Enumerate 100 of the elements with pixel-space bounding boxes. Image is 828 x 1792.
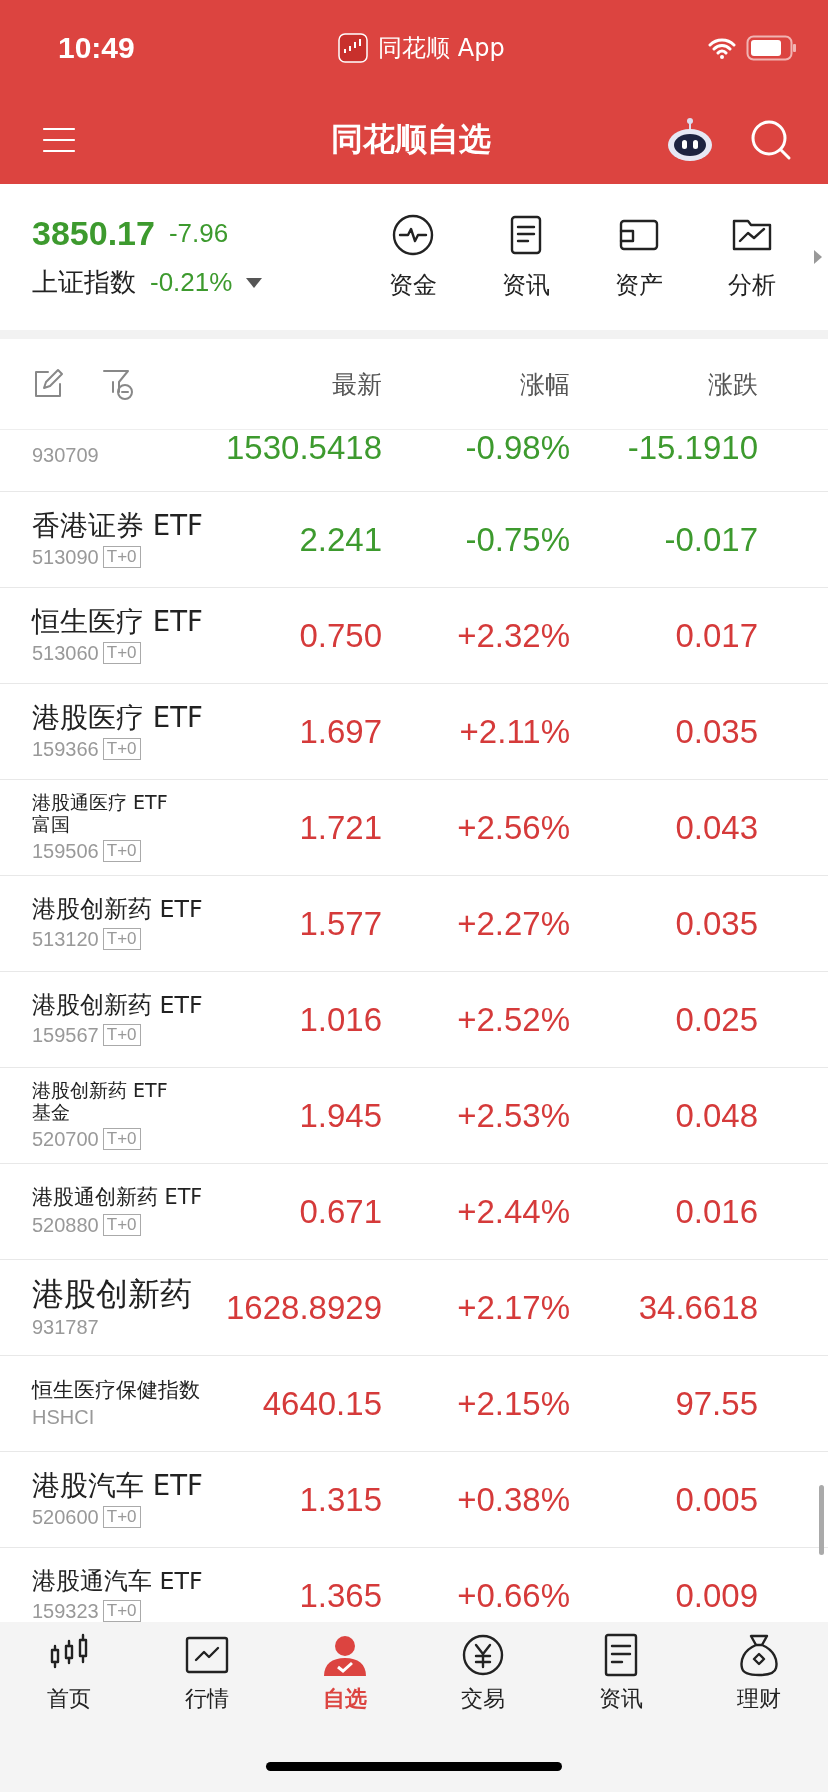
price-cell-text: 1530.5418 <box>225 430 382 468</box>
trading-tag: T+0 <box>102 1506 141 1529</box>
security-name: 港股创新药 ETF <box>32 992 204 1020</box>
security-code: 931787 <box>32 1316 99 1340</box>
price-cell-text: 1.697 <box>298 711 382 752</box>
robot-icon[interactable] <box>666 117 714 163</box>
change-cell-text: 0.009 <box>674 1575 758 1616</box>
tab-bar-item[interactable]: 行情 <box>138 1632 276 1714</box>
security-name: 港股创新药 <box>32 1275 193 1313</box>
status-time: 10:49 <box>58 31 135 65</box>
percent-cell-text: +2.15% <box>456 1383 570 1424</box>
price-cell-text: 1.945 <box>298 1095 382 1136</box>
security-name: 港股通汽车 ETF <box>32 1568 204 1596</box>
security-code: 159323 <box>32 1599 99 1622</box>
shortcut-button[interactable]: 分析 <box>695 213 808 301</box>
security-name: 港股医疗 ETF <box>32 702 204 734</box>
trading-tag: T+0 <box>102 738 141 761</box>
percent-cell-text: +2.56% <box>456 807 570 848</box>
scrollbar <box>819 1485 824 1555</box>
price-cell-text: 0.750 <box>298 615 382 656</box>
security-name: 港股创新药 ETF <box>32 896 204 924</box>
security-code: HSHCI <box>32 1406 95 1430</box>
dropdown-caret-icon[interactable] <box>246 277 263 288</box>
security-code: 513120 <box>32 927 99 951</box>
percent-cell-text: +2.53% <box>456 1095 570 1136</box>
shortcut-button[interactable]: 资金 <box>356 213 469 301</box>
tab-bar-item[interactable]: 交易 <box>414 1632 552 1714</box>
percent-cell-text: +2.27% <box>456 903 570 944</box>
index-change: -7.96 <box>168 218 229 249</box>
price-cell-text: 0.671 <box>298 1191 382 1232</box>
security-name: 港股创新药 ETF 基金 <box>32 1080 169 1124</box>
price-cell-text: 1.315 <box>298 1479 382 1520</box>
price-cell-text: 1628.8929 <box>225 1287 382 1328</box>
change-cell-text: 0.035 <box>674 711 758 752</box>
change-cell-text: 0.035 <box>674 903 758 944</box>
percent-cell-text: +0.66% <box>456 1575 570 1616</box>
shortcut-button[interactable]: 资讯 <box>469 213 582 301</box>
percent-cell-text: +2.44% <box>456 1191 570 1232</box>
pulse-icon <box>390 213 435 257</box>
trading-tag: T+0 <box>102 546 141 569</box>
trading-tag: T+0 <box>102 928 141 951</box>
security-name: 港股汽车 ETF <box>32 1470 204 1502</box>
column-header[interactable]: 最新 <box>212 367 382 401</box>
security-code: 930709 <box>32 444 99 467</box>
percent-cell-text: -0.75% <box>464 519 570 560</box>
page-title: 同花顺自选 <box>331 119 491 160</box>
column-header[interactable]: 涨幅 <box>382 367 570 401</box>
change-cell-text: -15.1910 <box>626 430 758 468</box>
menu-icon[interactable] <box>42 126 76 154</box>
index-value: 3850.17 <box>32 214 155 253</box>
app-logo-icon <box>338 33 369 63</box>
column-header[interactable]: 涨跌 <box>570 367 758 401</box>
filter-icon[interactable] <box>102 368 134 400</box>
change-cell-text: -0.017 <box>663 519 758 560</box>
security-code: 159506 <box>32 839 99 863</box>
security-code: 513090 <box>32 545 99 569</box>
percent-cell-text: +0.38% <box>456 1479 570 1520</box>
trading-tag: T+0 <box>102 1128 141 1151</box>
price-cell-text: 1.016 <box>298 999 382 1040</box>
security-name: 港股通医疗 ETF 富国 <box>32 792 169 836</box>
security-code: 520700 <box>32 1127 99 1151</box>
tab-bar-item[interactable]: 首页 <box>0 1632 138 1714</box>
index-name[interactable]: 上证指数 <box>32 265 136 300</box>
trading-tag: T+0 <box>102 1600 141 1622</box>
scroll-right-icon[interactable] <box>814 250 822 264</box>
change-cell-text: 0.005 <box>674 1479 758 1520</box>
trading-tag: T+0 <box>102 642 141 665</box>
edit-icon[interactable] <box>32 368 64 400</box>
security-name: 恒生医疗保健指数 <box>32 1377 201 1403</box>
trading-tag: T+0 <box>102 840 141 863</box>
security-code: 513060 <box>32 641 99 665</box>
change-cell-text: 34.6618 <box>637 1287 758 1328</box>
security-code: 520600 <box>32 1505 99 1529</box>
search-icon[interactable] <box>750 119 792 161</box>
price-cell-text: 1.577 <box>298 903 382 944</box>
price-cell-text: 2.241 <box>298 519 382 560</box>
back-app-label[interactable]: 同花顺 App <box>378 32 505 64</box>
security-name: 恒生医疗 ETF <box>32 606 204 638</box>
security-name: 香港证券 ETF <box>32 510 204 542</box>
wifi-icon <box>708 37 736 59</box>
change-cell-text: 0.016 <box>674 1191 758 1232</box>
change-cell-text: 0.048 <box>674 1095 758 1136</box>
change-cell-text: 97.55 <box>674 1383 758 1424</box>
shortcut-button[interactable]: 资产 <box>582 213 695 301</box>
trading-tag: T+0 <box>102 1214 141 1237</box>
change-cell-text: 0.043 <box>674 807 758 848</box>
battery-icon <box>746 35 798 61</box>
yen-icon <box>460 1632 506 1678</box>
percent-cell-text: +2.32% <box>456 615 570 656</box>
tab-bar-item[interactable]: 资讯 <box>552 1632 690 1714</box>
percent-cell-text: +2.11% <box>458 711 570 752</box>
price-cell-text: 1.721 <box>298 807 382 848</box>
change-cell-text: 0.017 <box>674 615 758 656</box>
tab-bar-item[interactable]: 自选 <box>276 1632 414 1714</box>
price-cell-text: 4640.15 <box>261 1383 382 1424</box>
percent-cell-text: +2.52% <box>456 999 570 1040</box>
security-code: 159567 <box>32 1023 99 1047</box>
tab-bar-item[interactable]: 理财 <box>690 1632 828 1714</box>
security-code: 520880 <box>32 1213 99 1237</box>
change-cell-text: 0.025 <box>674 999 758 1040</box>
